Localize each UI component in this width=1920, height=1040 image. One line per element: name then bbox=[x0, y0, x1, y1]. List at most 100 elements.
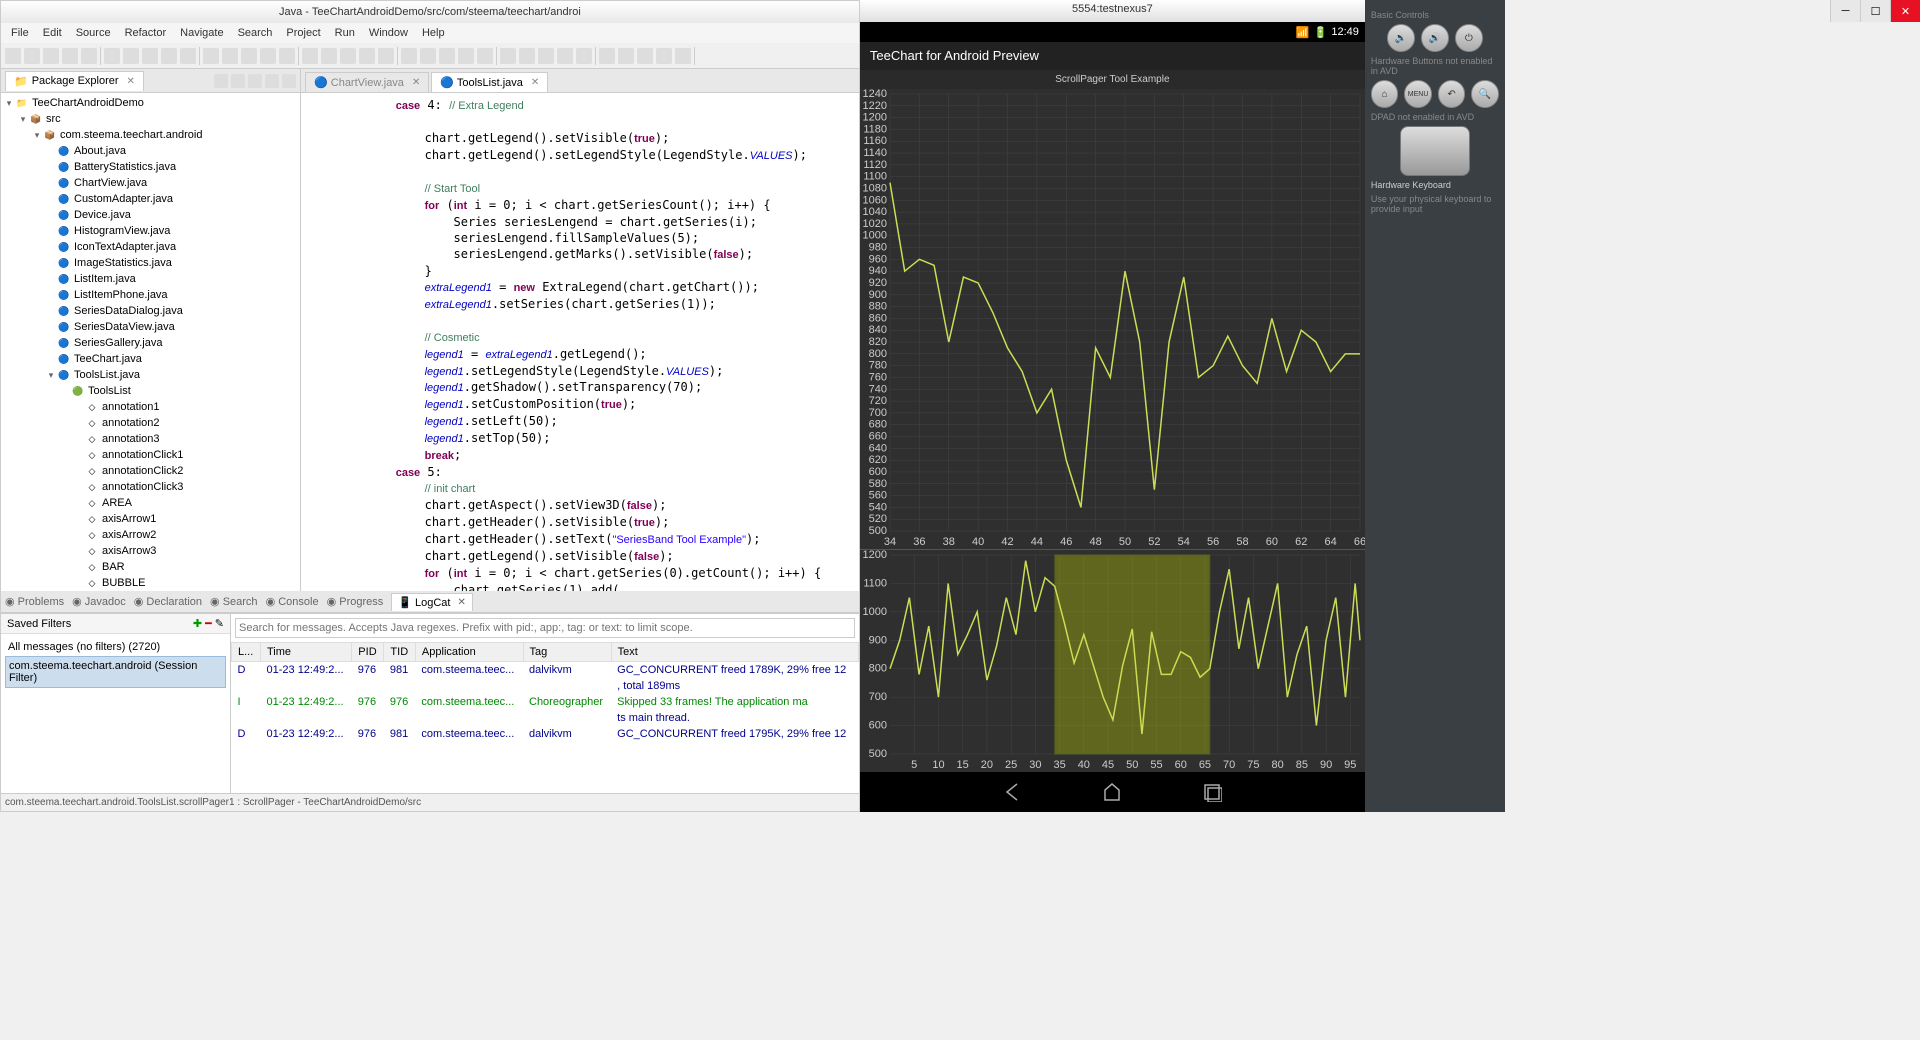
back-button[interactable] bbox=[1002, 782, 1022, 802]
toolbar-button[interactable] bbox=[439, 48, 455, 64]
menu-search[interactable]: Search bbox=[232, 25, 279, 41]
tree-item[interactable]: 🟢ToolsList bbox=[3, 383, 298, 399]
view-tab-logcat[interactable]: 📱 LogCat ✕ bbox=[391, 593, 473, 611]
toolbar-button[interactable] bbox=[81, 48, 97, 64]
toolbar-button[interactable] bbox=[203, 48, 219, 64]
tree-item[interactable]: ▾🔵ToolsList.java bbox=[3, 367, 298, 383]
log-row[interactable]: ts main thread. bbox=[232, 710, 859, 726]
tree-item[interactable]: ◇BUBBLE bbox=[3, 575, 298, 591]
tree-item[interactable]: 🔵CustomAdapter.java bbox=[3, 191, 298, 207]
tree-item[interactable]: ◇annotation2 bbox=[3, 415, 298, 431]
toolbar-button[interactable] bbox=[302, 48, 318, 64]
collapse-icon[interactable] bbox=[214, 74, 228, 88]
toolbar-button[interactable] bbox=[458, 48, 474, 64]
toolbar-button[interactable] bbox=[637, 48, 653, 64]
view-tab-console[interactable]: ◉ Console bbox=[266, 595, 319, 608]
toolbar-button[interactable] bbox=[321, 48, 337, 64]
toolbar-button[interactable] bbox=[142, 48, 158, 64]
toolbar-button[interactable] bbox=[599, 48, 615, 64]
tree-item[interactable]: ◇axisArrow3 bbox=[3, 543, 298, 559]
toolbar-button[interactable] bbox=[618, 48, 634, 64]
log-search-input[interactable] bbox=[235, 618, 855, 638]
tree-item[interactable]: ◇BAR bbox=[3, 559, 298, 575]
toolbar-button[interactable] bbox=[538, 48, 554, 64]
log-row[interactable]: D01-23 12:49:2...976981com.steema.teec..… bbox=[232, 726, 859, 742]
filter-session[interactable]: com.steema.teechart.android (Session Fil… bbox=[5, 656, 226, 688]
menu-help[interactable]: Help bbox=[416, 25, 451, 41]
close-button[interactable]: ✕ bbox=[1890, 0, 1920, 22]
tree-item[interactable]: 🔵SeriesGallery.java bbox=[3, 335, 298, 351]
view-tab-progress[interactable]: ◉ Progress bbox=[327, 595, 384, 608]
editor-tab[interactable]: 🔵 ToolsList.java✕ bbox=[431, 72, 548, 92]
menu-project[interactable]: Project bbox=[280, 25, 326, 41]
menu-window[interactable]: Window bbox=[363, 25, 414, 41]
chart-bottom[interactable]: 5101520253035404550556065707580859095500… bbox=[860, 549, 1365, 772]
filter-all[interactable]: All messages (no filters) (2720) bbox=[5, 638, 226, 656]
toolbar-button[interactable] bbox=[359, 48, 375, 64]
toolbar-button[interactable] bbox=[340, 48, 356, 64]
log-table[interactable]: L...TimePIDTIDApplicationTagTextD01-23 1… bbox=[231, 642, 859, 793]
menu-edit[interactable]: Edit bbox=[37, 25, 68, 41]
toolbar-button[interactable] bbox=[675, 48, 691, 64]
tree-item[interactable]: ◇annotation3 bbox=[3, 431, 298, 447]
tree-item[interactable]: 🔵ListItemPhone.java bbox=[3, 287, 298, 303]
vol-up-button[interactable]: 🔊 bbox=[1421, 24, 1449, 52]
package-explorer-tab[interactable]: 📁 Package Explorer✕ bbox=[5, 71, 144, 91]
tree-item[interactable]: ◇annotationClick2 bbox=[3, 463, 298, 479]
toolbar-button[interactable] bbox=[104, 48, 120, 64]
toolbar-button[interactable] bbox=[62, 48, 78, 64]
view-tab-problems[interactable]: ◉ Problems bbox=[5, 595, 64, 608]
tree-item[interactable]: 🔵SeriesDataDialog.java bbox=[3, 303, 298, 319]
view-tab-javadoc[interactable]: ◉ Javadoc bbox=[72, 595, 126, 608]
tree-item[interactable]: ◇axisArrow1 bbox=[3, 511, 298, 527]
menu-ctrl-button[interactable]: MENU bbox=[1404, 80, 1432, 108]
link-icon[interactable] bbox=[231, 74, 245, 88]
maximize-button[interactable]: ☐ bbox=[1860, 0, 1890, 22]
add-icon[interactable]: ✚ bbox=[193, 618, 202, 630]
menu-refactor[interactable]: Refactor bbox=[119, 25, 173, 41]
log-row[interactable]: D01-23 12:49:2...976981com.steema.teec..… bbox=[232, 662, 859, 679]
search-ctrl-button[interactable]: 🔍 bbox=[1471, 80, 1499, 108]
code-editor[interactable]: case 4: // Extra Legend chart.getLegend(… bbox=[301, 93, 859, 591]
tree-item[interactable]: ▾📦com.steema.teechart.android bbox=[3, 127, 298, 143]
toolbar-button[interactable] bbox=[656, 48, 672, 64]
minimize-button[interactable]: ─ bbox=[1830, 0, 1860, 22]
chart-top[interactable]: 3436384042444648505254565860626466500520… bbox=[860, 89, 1365, 549]
toolbar-button[interactable] bbox=[222, 48, 238, 64]
toolbar-button[interactable] bbox=[180, 48, 196, 64]
tree-item[interactable]: 🔵Device.java bbox=[3, 207, 298, 223]
home-ctrl-button[interactable]: ⌂ bbox=[1371, 80, 1399, 108]
tree-item[interactable]: 🔵About.java bbox=[3, 143, 298, 159]
toolbar-button[interactable] bbox=[241, 48, 257, 64]
project-tree[interactable]: ▾📁TeeChartAndroidDemo▾📦src▾📦com.steema.t… bbox=[1, 93, 300, 591]
menu-icon[interactable] bbox=[248, 74, 262, 88]
close-icon[interactable]: ✕ bbox=[127, 76, 135, 87]
remove-icon[interactable]: ━ bbox=[205, 618, 212, 630]
tree-item[interactable]: 🔵BatteryStatistics.java bbox=[3, 159, 298, 175]
log-row[interactable]: I01-23 12:49:2...976976com.steema.teec..… bbox=[232, 694, 859, 710]
toolbar-button[interactable] bbox=[576, 48, 592, 64]
home-button[interactable] bbox=[1102, 782, 1122, 802]
power-button[interactable]: ⏻ bbox=[1455, 24, 1483, 52]
toolbar-button[interactable] bbox=[477, 48, 493, 64]
view-tab-declaration[interactable]: ◉ Declaration bbox=[134, 595, 202, 608]
toolbar-button[interactable] bbox=[123, 48, 139, 64]
log-row[interactable]: , total 189ms bbox=[232, 678, 859, 694]
toolbar-button[interactable] bbox=[557, 48, 573, 64]
toolbar-button[interactable] bbox=[378, 48, 394, 64]
vol-down-button[interactable]: 🔉 bbox=[1387, 24, 1415, 52]
view-tab-search[interactable]: ◉ Search bbox=[210, 595, 258, 608]
tree-item[interactable]: 🔵ChartView.java bbox=[3, 175, 298, 191]
tree-item[interactable]: ◇AREA bbox=[3, 495, 298, 511]
tree-item[interactable]: 🔵ListItem.java bbox=[3, 271, 298, 287]
max-icon[interactable] bbox=[282, 74, 296, 88]
tree-item[interactable]: ◇annotationClick3 bbox=[3, 479, 298, 495]
toolbar-button[interactable] bbox=[24, 48, 40, 64]
editor-tab[interactable]: 🔵 ChartView.java✕ bbox=[305, 72, 429, 92]
tree-item[interactable]: ◇annotation1 bbox=[3, 399, 298, 415]
menu-file[interactable]: File bbox=[5, 25, 35, 41]
tree-item[interactable]: 🔵SeriesDataView.java bbox=[3, 319, 298, 335]
tree-item[interactable]: ◇axisArrow2 bbox=[3, 527, 298, 543]
tree-item[interactable]: ◇annotationClick1 bbox=[3, 447, 298, 463]
min-icon[interactable] bbox=[265, 74, 279, 88]
